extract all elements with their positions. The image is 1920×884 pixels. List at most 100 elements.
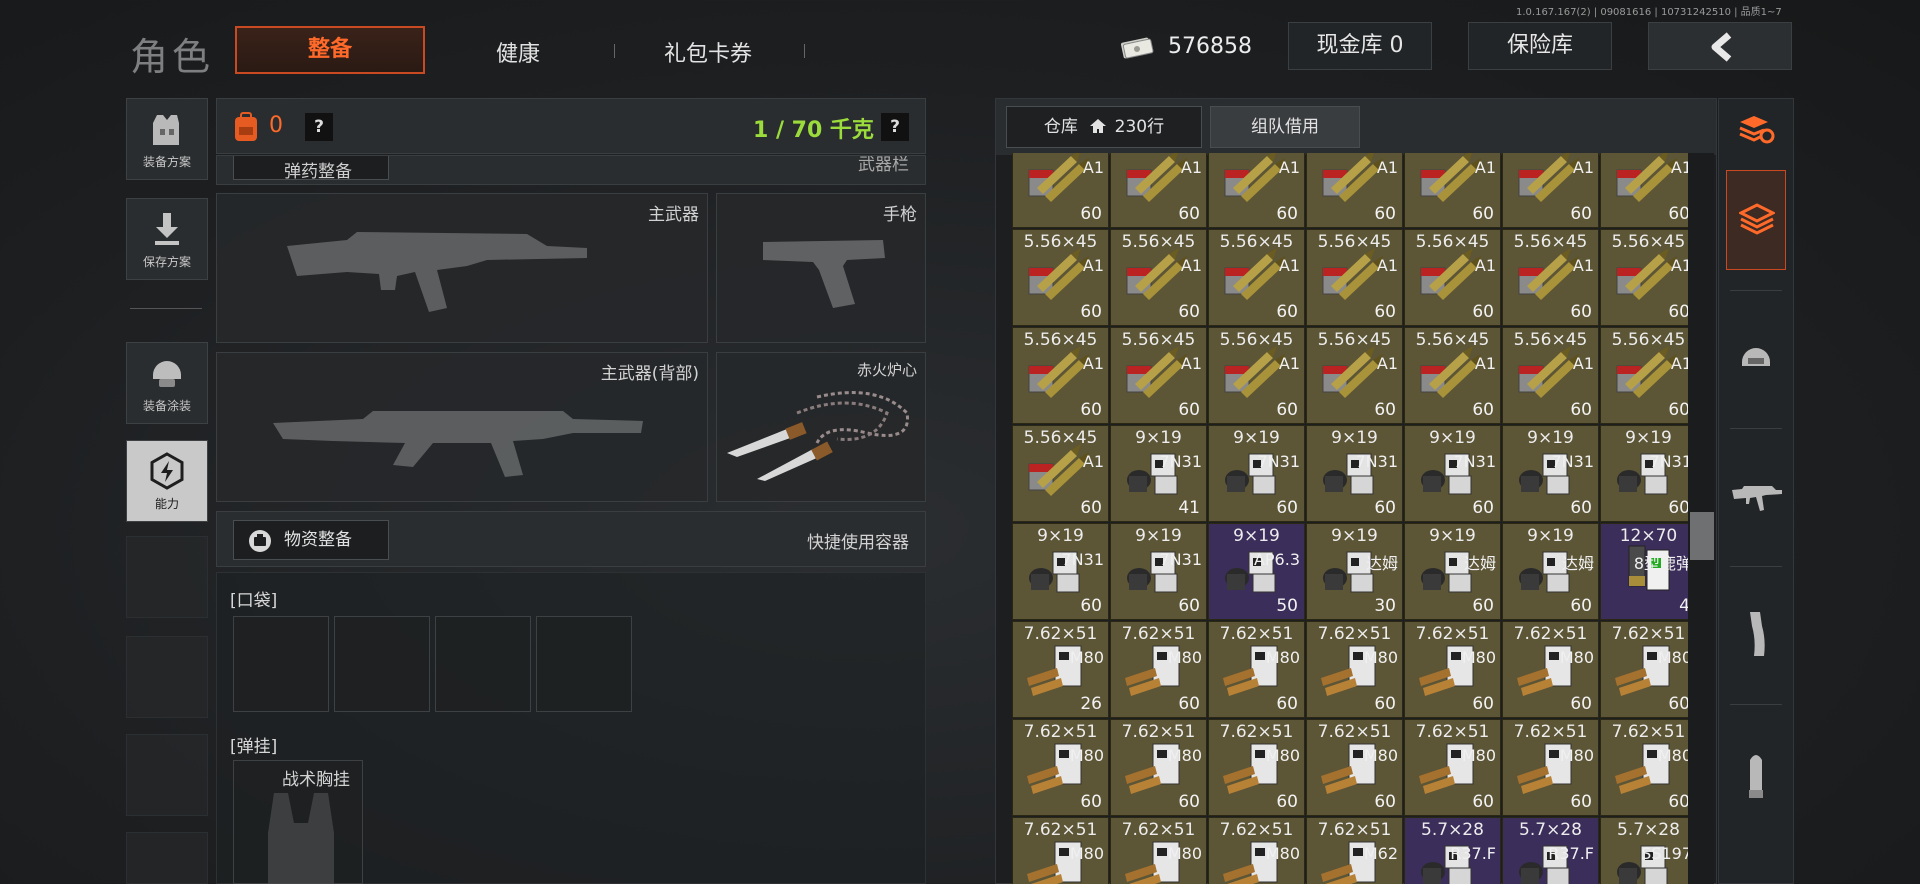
- tab-gift-vouchers[interactable]: 礼包卡券: [664, 36, 752, 68]
- ammo-item-cell[interactable]: 5.56×45 A1 60: [1306, 327, 1403, 424]
- ammo-item-cell[interactable]: 7.62×51 M80: [1110, 817, 1207, 884]
- back-button[interactable]: [1648, 22, 1792, 70]
- ammo-variant: M80: [1265, 648, 1300, 667]
- ammo-item-cell[interactable]: A1 60: [1502, 153, 1599, 228]
- ammo-loadout-button[interactable]: 弹药整备: [233, 156, 389, 180]
- rifle-filter-icon[interactable]: [1732, 480, 1782, 514]
- ammo-item-cell[interactable]: 5.56×45 A1 60: [1012, 327, 1109, 424]
- ammo-item-cell[interactable]: 5.56×45 A1 60: [1600, 229, 1688, 326]
- filter-divider: [1730, 290, 1782, 291]
- tab-warehouse[interactable]: 仓库 230行: [1006, 106, 1202, 148]
- ammo-item-cell[interactable]: 7.62×51 M80 60: [1502, 621, 1599, 718]
- ammo-item-cell[interactable]: 7.62×51 M80 26: [1012, 621, 1109, 718]
- ammo-variant: 8型鹿弹: [1633, 554, 1688, 573]
- ammo-item-cell[interactable]: 9×19 达姆 60: [1502, 523, 1599, 620]
- filter-all-items[interactable]: [1726, 170, 1786, 270]
- ammo-item-cell[interactable]: 5.56×45 A1 60: [1502, 229, 1599, 326]
- ammo-item-cell[interactable]: 5.56×45 A1 60: [1110, 229, 1207, 326]
- ammo-item-cell[interactable]: 7.62×51 M80 60: [1306, 621, 1403, 718]
- melee-slot[interactable]: 赤火炉心: [716, 352, 926, 502]
- chest-rig-slot[interactable]: 战术胸挂: [233, 760, 363, 884]
- ammo-item-cell[interactable]: A1 60: [1012, 153, 1109, 228]
- ammo-item-cell[interactable]: 5.56×45 A1 60: [1502, 327, 1599, 424]
- ammo-item-cell[interactable]: 7.62×51 M80 60: [1404, 621, 1501, 718]
- tab-equipment[interactable]: 整备: [235, 26, 425, 74]
- ammo-item-cell[interactable]: 5.56×45 A1 60: [1306, 229, 1403, 326]
- supplies-loadout-button[interactable]: 物资整备: [233, 520, 389, 560]
- tab-health[interactable]: 健康: [496, 36, 540, 68]
- ammo-count: 60: [1472, 400, 1494, 420]
- ammo-item-cell[interactable]: 7.62×51 M62: [1306, 817, 1403, 884]
- warehouse-scroll-thumb[interactable]: [1690, 512, 1714, 560]
- ammo-caliber: 9×19: [1233, 526, 1280, 546]
- sidebar-item-save-plan[interactable]: 保存方案: [126, 198, 208, 280]
- ammo-variant: 7N31: [1453, 452, 1496, 471]
- ammo-item-cell[interactable]: 7.62×51 M80 60: [1208, 719, 1305, 816]
- ammo-item-cell[interactable]: 7.62×51 M80 60: [1110, 719, 1207, 816]
- ammo-item-cell[interactable]: 9×19 7N31 60: [1110, 523, 1207, 620]
- ammo-item-cell[interactable]: 5.56×45 A1 60: [1600, 327, 1688, 424]
- sidebar-item-loadout-plan[interactable]: 装备方案: [126, 98, 208, 180]
- ammo-item-cell[interactable]: 5.7×28 R37.F: [1404, 817, 1501, 884]
- helmet-filter-icon[interactable]: [1738, 340, 1774, 376]
- ammo-item-cell[interactable]: 5.56×45 A1 60: [1208, 229, 1305, 326]
- pistol-slot[interactable]: 手枪: [716, 193, 926, 343]
- ammo-item-cell[interactable]: 9×19 7N31 60: [1404, 425, 1501, 522]
- ammo-item-cell[interactable]: 9×19 AP6.3 50: [1208, 523, 1305, 620]
- ammo-item-cell[interactable]: 7.62×51 M80 60: [1306, 719, 1403, 816]
- ammo-item-cell[interactable]: 9×19 7N31 41: [1110, 425, 1207, 522]
- ammo-item-cell[interactable]: 9×19 7N31 60: [1012, 523, 1109, 620]
- ammo-item-cell[interactable]: 7.62×51 M80 60: [1600, 621, 1688, 718]
- ammo-item-cell[interactable]: A1 60: [1600, 153, 1688, 228]
- cash-vault-button[interactable]: 现金库 0: [1288, 22, 1432, 70]
- ammo-item-cell[interactable]: 5.56×45 A1 60: [1404, 229, 1501, 326]
- magazine-filter-icon[interactable]: [1744, 610, 1768, 660]
- ammo-item-cell[interactable]: A1 60: [1208, 153, 1305, 228]
- insurance-vault-button[interactable]: 保险库: [1468, 22, 1612, 70]
- ammo-item-cell[interactable]: 5.56×45 A1 60: [1208, 327, 1305, 424]
- ammo-item-cell[interactable]: A1 60: [1404, 153, 1501, 228]
- ammo-item-cell[interactable]: 7.62×51 M80: [1012, 817, 1109, 884]
- ammo-item-cell[interactable]: 7.62×51 M80 60: [1110, 621, 1207, 718]
- ammo-item-cell[interactable]: 5.7×28 R37.F: [1502, 817, 1599, 884]
- help-button[interactable]: ?: [305, 113, 333, 141]
- sidebar-item-ability[interactable]: 能力: [126, 440, 208, 522]
- ammo-item-cell[interactable]: A1 60: [1110, 153, 1207, 228]
- ammo-item-cell[interactable]: 7.62×51 M80 60: [1208, 621, 1305, 718]
- ammo-count: 60: [1374, 498, 1396, 518]
- ammo-item-cell[interactable]: 7.62×51 M80: [1208, 817, 1305, 884]
- stack-refresh-icon[interactable]: [1736, 108, 1776, 148]
- ammo-item-cell[interactable]: A1 60: [1306, 153, 1403, 228]
- sidebar-item-equipment-skin[interactable]: 装备涂装: [126, 342, 208, 424]
- ammo-item-cell[interactable]: 7.62×51 M80 60: [1502, 719, 1599, 816]
- ammo-item-cell[interactable]: 7.62×51 M80 60: [1404, 719, 1501, 816]
- ammo-item-cell[interactable]: 9×19 7N31 60: [1306, 425, 1403, 522]
- ammo-item-cell[interactable]: 5.56×45 A1 60: [1012, 229, 1109, 326]
- ammo-item-cell[interactable]: 12×70 8型鹿弹 4: [1600, 523, 1688, 620]
- ammo-item-cell[interactable]: 5.56×45 A1 60: [1110, 327, 1207, 424]
- primary-weapon-slot[interactable]: 主武器: [216, 193, 708, 343]
- pocket-slot[interactable]: [334, 616, 430, 712]
- pocket-slot[interactable]: [435, 616, 531, 712]
- ammo-variant: 达姆: [1463, 554, 1496, 573]
- primary-weapon-back-slot[interactable]: 主武器(背部): [216, 352, 708, 502]
- ammo-item-cell[interactable]: 7.62×51 M80 60: [1600, 719, 1688, 816]
- ammo-variant: A1: [1670, 256, 1688, 275]
- ammo-item-cell[interactable]: 5.56×45 A1 60: [1404, 327, 1501, 424]
- rifle-ammo-icon: [1616, 346, 1677, 398]
- ammo-item-cell[interactable]: 5.7×28 SS197: [1600, 817, 1688, 884]
- bullet-filter-icon[interactable]: [1744, 750, 1768, 800]
- pocket-slot[interactable]: [536, 616, 632, 712]
- ammo-item-cell[interactable]: 9×19 7N31 60: [1208, 425, 1305, 522]
- ammo-item-cell[interactable]: 9×19 达姆 60: [1404, 523, 1501, 620]
- ammo-count: 60: [1472, 596, 1494, 616]
- tab-team-borrow[interactable]: 组队借用: [1210, 106, 1360, 148]
- ammo-item-cell[interactable]: 5.56×45 A1 60: [1012, 425, 1109, 522]
- pocket-slot[interactable]: [233, 616, 329, 712]
- ammo-item-cell[interactable]: 7.62×51 M80 60: [1012, 719, 1109, 816]
- ammo-item-cell[interactable]: 9×19 7N31 60: [1502, 425, 1599, 522]
- ammo-item-cell[interactable]: 9×19 达姆 30: [1306, 523, 1403, 620]
- ammo-item-cell[interactable]: 9×19 7N31 60: [1600, 425, 1688, 522]
- ammo-caliber: 5.56×45: [1219, 232, 1294, 252]
- weight-help-button[interactable]: ?: [881, 113, 909, 141]
